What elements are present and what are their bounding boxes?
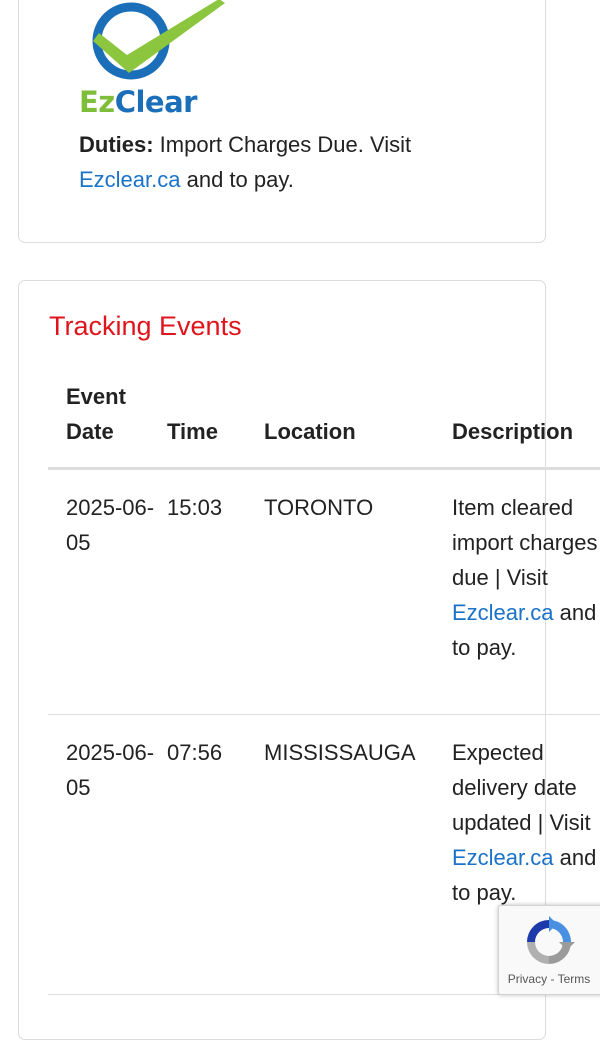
column-header-description: Description (452, 362, 600, 470)
ezclear-wordmark: EzClear (79, 85, 197, 119)
duties-text: Import Charges Due. Visit (153, 132, 412, 157)
event-location-cell: MISSISSAUGA (264, 714, 452, 995)
event-description-cell: Item cleared import charges due | Visit … (452, 468, 600, 715)
ezclear-link[interactable]: Ezclear.ca (79, 167, 181, 192)
ezclear-link[interactable]: Ezclear.ca (452, 845, 554, 870)
recaptcha-links: Privacy - Terms (499, 972, 599, 986)
event-time-cell: 07:56 (167, 714, 264, 995)
recaptcha-privacy-link[interactable]: Privacy (508, 972, 547, 986)
tracking-events-title: Tracking Events (49, 311, 242, 341)
checkmark-logo-icon (92, 0, 225, 80)
logo-ez-text: Ez (79, 85, 115, 119)
ezclear-link[interactable]: Ezclear.ca (452, 600, 554, 625)
event-location-cell: TORONTO (264, 468, 452, 715)
duties-notice: Duties: Import Charges Due. Visit Ezclea… (79, 127, 499, 197)
ezclear-logo: EzClear (79, 0, 229, 123)
table-header-row: Event Date Time Location Description (48, 362, 600, 470)
column-header-time: Time (167, 362, 264, 470)
tracking-events-table-wrap: Event Date Time Location Description 202… (48, 362, 600, 995)
recaptcha-separator: - (550, 972, 555, 986)
event-time-cell: 15:03 (167, 468, 264, 715)
recaptcha-terms-link[interactable]: Terms (558, 972, 591, 986)
description-text: Item cleared import charges due | Visit (452, 494, 598, 590)
recaptcha-badge[interactable]: Privacy - Terms (498, 905, 600, 995)
column-header-event-date: Event Date (48, 362, 167, 470)
duties-label: Duties: (79, 132, 154, 157)
logo-clear-text: Clear (114, 85, 198, 119)
duties-after-text: and to pay. (180, 167, 294, 192)
event-date-cell: 2025-06-05 (48, 468, 167, 715)
table-row: 2025-06-05 15:03 TORONTO Item cleared im… (48, 468, 600, 715)
description-text: Expected delivery date updated | Visit (452, 739, 591, 835)
event-date-cell: 2025-06-05 (48, 714, 167, 995)
tracking-events-table: Event Date Time Location Description 202… (48, 362, 600, 995)
recaptcha-icon (527, 916, 575, 964)
duties-card: EzClear Duties: Import Charges Due. Visi… (18, 0, 546, 243)
column-header-location: Location (264, 362, 452, 470)
